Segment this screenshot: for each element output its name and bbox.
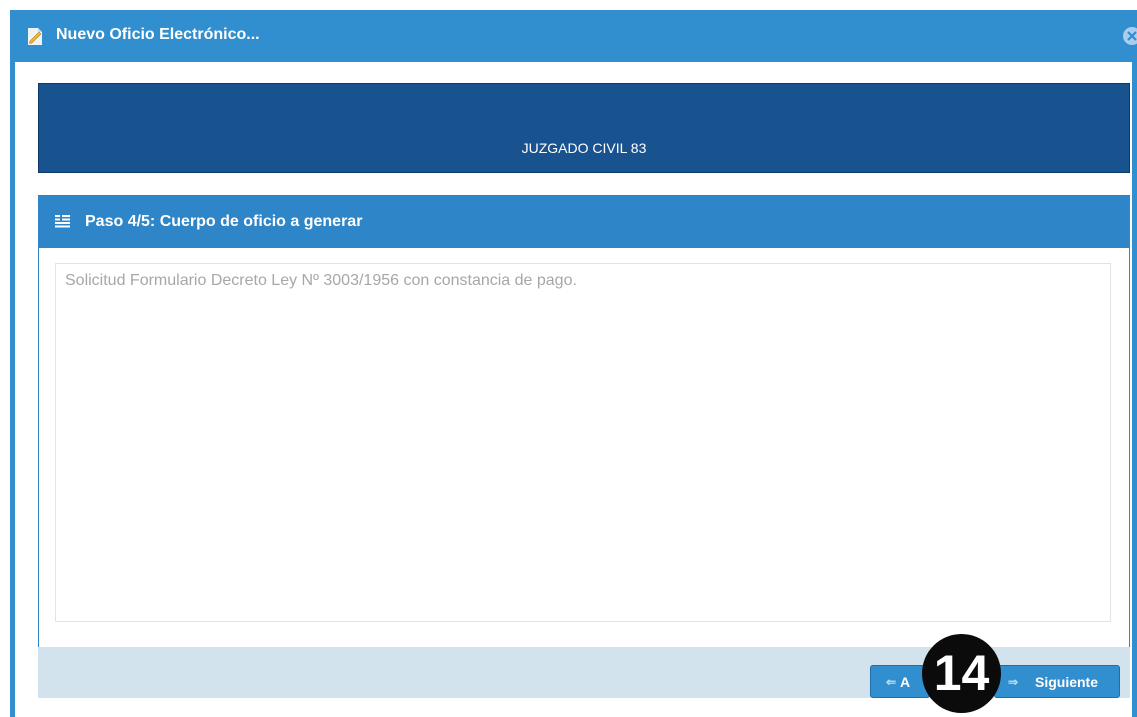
office-body-textarea[interactable]	[55, 263, 1111, 622]
arrow-right-icon: ⇒	[1007, 674, 1019, 689]
back-button[interactable]: ⇐ A	[870, 665, 930, 698]
arrow-left-icon: ⇐	[885, 674, 897, 689]
step-number-badge: 14	[922, 634, 1001, 713]
next-button-label: Siguiente	[1035, 673, 1099, 690]
close-circle-icon[interactable]	[1121, 27, 1137, 45]
step-header: Paso 4/5: Cuerpo de oficio a generar	[39, 196, 1129, 248]
next-button[interactable]: ⇒ Siguiente	[994, 665, 1120, 698]
dialog-border-left	[10, 62, 15, 717]
step-panel: Paso 4/5: Cuerpo de oficio a generar	[38, 195, 1130, 649]
text-align-icon	[55, 215, 70, 228]
court-header-banner: JUZGADO CIVIL 83	[38, 83, 1130, 173]
court-name: JUZGADO CIVIL 83	[521, 140, 647, 156]
back-button-label: A	[900, 673, 911, 690]
step-title: Paso 4/5: Cuerpo de oficio a generar	[85, 213, 363, 230]
dialog-border-right	[1132, 62, 1137, 717]
dialog-window: Nuevo Oficio Electrónico... JUZGADO CIVI…	[10, 10, 1137, 717]
dialog-title: Nuevo Oficio Electrónico...	[56, 26, 260, 43]
document-edit-icon	[28, 28, 42, 45]
dialog-title-bar[interactable]: Nuevo Oficio Electrónico...	[10, 10, 1137, 62]
